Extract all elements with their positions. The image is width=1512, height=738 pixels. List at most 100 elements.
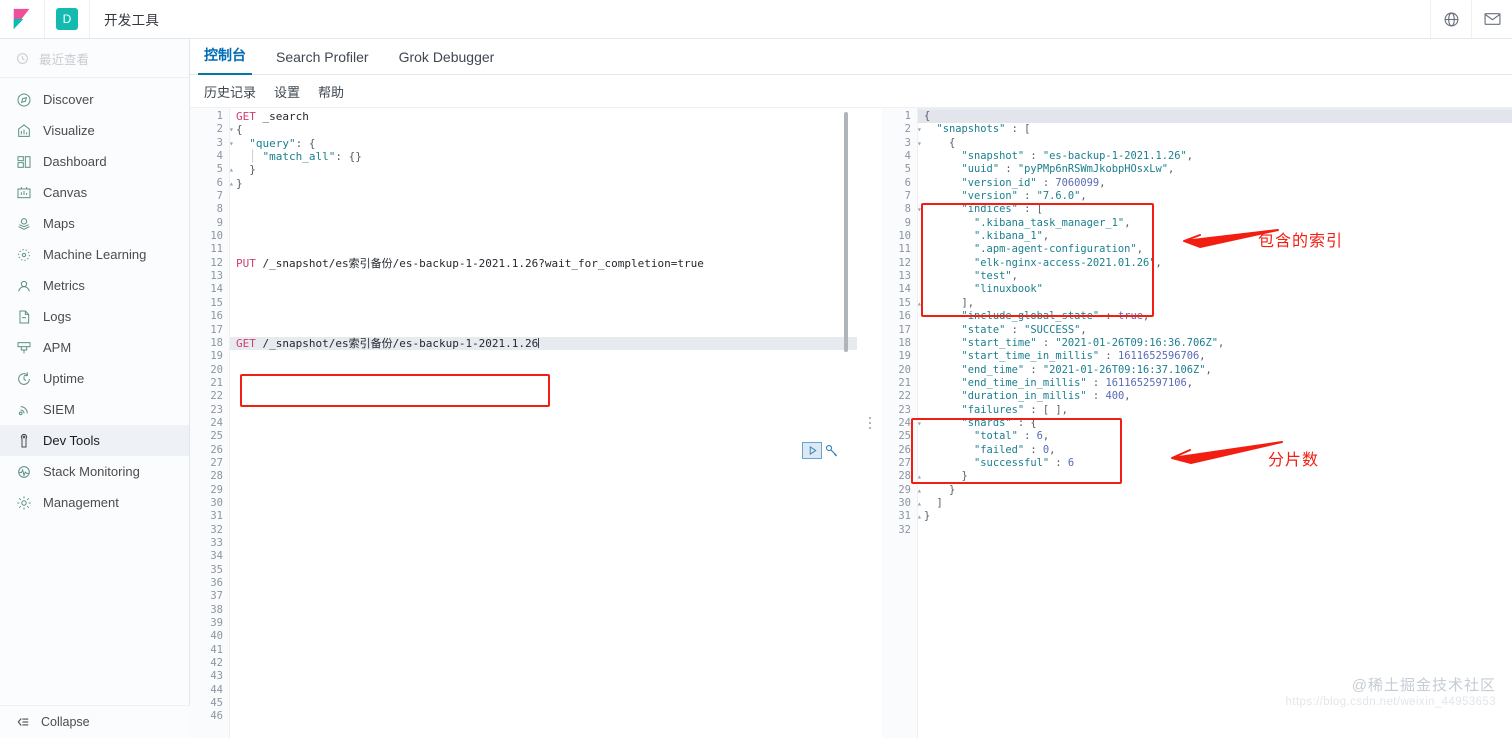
line-number: 27 bbox=[210, 456, 223, 469]
console-split: 1 2 ▾ 3 ▾ 4 5 ▴ 6 ▴ 7 8 9 10 11 12 13 14 15 16 17 18 19 20 21 22 2… bbox=[190, 108, 1512, 738]
line-number: 17 bbox=[210, 323, 223, 336]
code-line: "include_global_state" : true, bbox=[918, 310, 1512, 323]
annotation-arrow-shards bbox=[1171, 441, 1283, 464]
send-request-button[interactable] bbox=[802, 442, 822, 459]
code-token: "snapshot" bbox=[924, 150, 1025, 163]
sidebar-item-label: Logs bbox=[43, 309, 72, 324]
code-line: "linuxbook" bbox=[918, 283, 1512, 296]
line-number: 13 bbox=[898, 270, 911, 283]
sidebar-item-uptime[interactable]: Uptime bbox=[0, 363, 189, 394]
line-number: 9 bbox=[216, 216, 223, 229]
line-number: 32 bbox=[898, 523, 911, 536]
code-token: "test" bbox=[974, 270, 1012, 283]
line-number: 7 bbox=[904, 190, 911, 203]
line-number: 34 bbox=[210, 550, 223, 563]
help-button[interactable] bbox=[1430, 0, 1471, 38]
feedback-mail-button[interactable] bbox=[1471, 0, 1512, 38]
console-menu-item-1[interactable]: 设置 bbox=[274, 82, 300, 101]
code-token: "successful" bbox=[924, 456, 1050, 469]
sidebar-item-maps[interactable]: Maps bbox=[0, 208, 189, 239]
sidebar-item-metrics[interactable]: Metrics bbox=[0, 270, 189, 301]
console-menu-item-0[interactable]: 历史记录 bbox=[204, 82, 256, 101]
recently-viewed-header[interactable]: 最近查看 bbox=[0, 39, 189, 78]
code-token: GET bbox=[236, 336, 263, 350]
sidebar-item-visualize[interactable]: Visualize bbox=[0, 115, 189, 146]
code-token: "query" bbox=[236, 136, 296, 150]
sidebar-item-management[interactable]: Management bbox=[0, 487, 189, 518]
line-number: 19 bbox=[898, 350, 911, 363]
code-token: "match_all" bbox=[255, 150, 336, 164]
sidebar-item-logs[interactable]: Logs bbox=[0, 301, 189, 332]
tab-console[interactable]: 控制台 bbox=[198, 45, 252, 75]
line-number: 42 bbox=[210, 657, 223, 670]
watermark-text: @稀土掘金技术社区 bbox=[1351, 677, 1496, 694]
request-editor[interactable]: 1 2 ▾ 3 ▾ 4 5 ▴ 6 ▴ 7 8 9 10 11 12 13 14 15 16 17 18 19 20 21 22 2… bbox=[190, 108, 857, 738]
pane-splitter-handle[interactable] bbox=[857, 108, 882, 738]
code-line: "version_id" : 7060099, bbox=[918, 177, 1512, 190]
line-number: 31 bbox=[210, 510, 223, 523]
code-token: 1611652597106 bbox=[1105, 376, 1187, 389]
map-marker-icon bbox=[18, 217, 30, 230]
response-editor[interactable]: 1▾2▾3▾45678▾9101112131415▴16171819202122… bbox=[882, 108, 1512, 738]
sidebar-item-dashboard[interactable]: Dashboard bbox=[0, 146, 189, 177]
sidebar-item-stack-monitoring[interactable]: Stack Monitoring bbox=[0, 456, 189, 487]
code-token: ] bbox=[924, 496, 943, 509]
sidebar-item-label: Metrics bbox=[43, 278, 85, 293]
request-code[interactable]: GET _search{ "query": { │ "match_all": {… bbox=[230, 108, 857, 738]
sidebar-item-discover[interactable]: Discover bbox=[0, 84, 189, 115]
code-line: "query": { bbox=[230, 137, 857, 150]
code-token: "snapshots" bbox=[924, 123, 1006, 136]
space-switcher-button[interactable]: D bbox=[45, 0, 90, 38]
sidebar-item-siem[interactable]: SIEM bbox=[0, 394, 189, 425]
kibana-logo-button[interactable] bbox=[0, 0, 45, 38]
line-number: 26 bbox=[210, 443, 223, 456]
line-number: 7 bbox=[216, 190, 223, 203]
request-vertical-scrollbar[interactable] bbox=[844, 112, 848, 352]
line-number: 16 bbox=[898, 310, 911, 323]
code-token: { bbox=[236, 123, 243, 137]
code-line: "version" : "7.6.0", bbox=[918, 190, 1512, 203]
collapse-sidebar-button[interactable]: Collapse bbox=[0, 705, 190, 738]
app-header: D 开发工具 bbox=[0, 0, 1512, 39]
code-token: : bbox=[1017, 190, 1037, 203]
line-number: 11 bbox=[898, 243, 911, 256]
globe-help-icon bbox=[1444, 12, 1458, 26]
line-number: 10 bbox=[210, 230, 223, 243]
sidebar-item-canvas[interactable]: Canvas bbox=[0, 177, 189, 208]
console-subbar: 历史记录 设置 帮助 bbox=[190, 75, 1512, 108]
sidebar-item-dev-tools[interactable]: Dev Tools bbox=[0, 425, 189, 456]
code-token: , bbox=[1099, 176, 1106, 189]
primary-sidebar: 最近查看 Discover Visualize Dashboard Canvas Map… bbox=[0, 39, 190, 738]
sidebar-item-label: APM bbox=[43, 340, 72, 355]
tab-search-profiler[interactable]: Search Profiler bbox=[274, 49, 371, 74]
code-token: "2021-01-26T09:16:36.706Z" bbox=[1055, 336, 1219, 349]
code-token: "version" bbox=[924, 190, 1018, 203]
code-line: } bbox=[918, 484, 1512, 497]
sidebar-item-apm[interactable]: APM bbox=[0, 332, 189, 363]
tab-grok-debugger[interactable]: Grok Debugger bbox=[397, 49, 497, 74]
text-cursor bbox=[538, 337, 540, 348]
code-token: "2021-01-26T09:16:37.106Z" bbox=[1042, 363, 1206, 376]
code-line: "duration_in_millis" : 400, bbox=[918, 390, 1512, 403]
sidebar-item-machine-learning[interactable]: Machine Learning bbox=[0, 239, 189, 270]
wrench-icon[interactable] bbox=[824, 443, 839, 458]
line-number: 39 bbox=[210, 617, 223, 630]
code-token: "version_id" bbox=[924, 176, 1037, 189]
code-token: , bbox=[1124, 390, 1131, 403]
line-number: 27 bbox=[898, 456, 911, 469]
code-token: : bbox=[1017, 430, 1037, 443]
console-menu-item-2[interactable]: 帮助 bbox=[318, 82, 344, 101]
metrics-gauge-icon bbox=[18, 280, 30, 291]
line-number: 15 bbox=[210, 296, 223, 309]
wrench-icon bbox=[20, 433, 28, 447]
